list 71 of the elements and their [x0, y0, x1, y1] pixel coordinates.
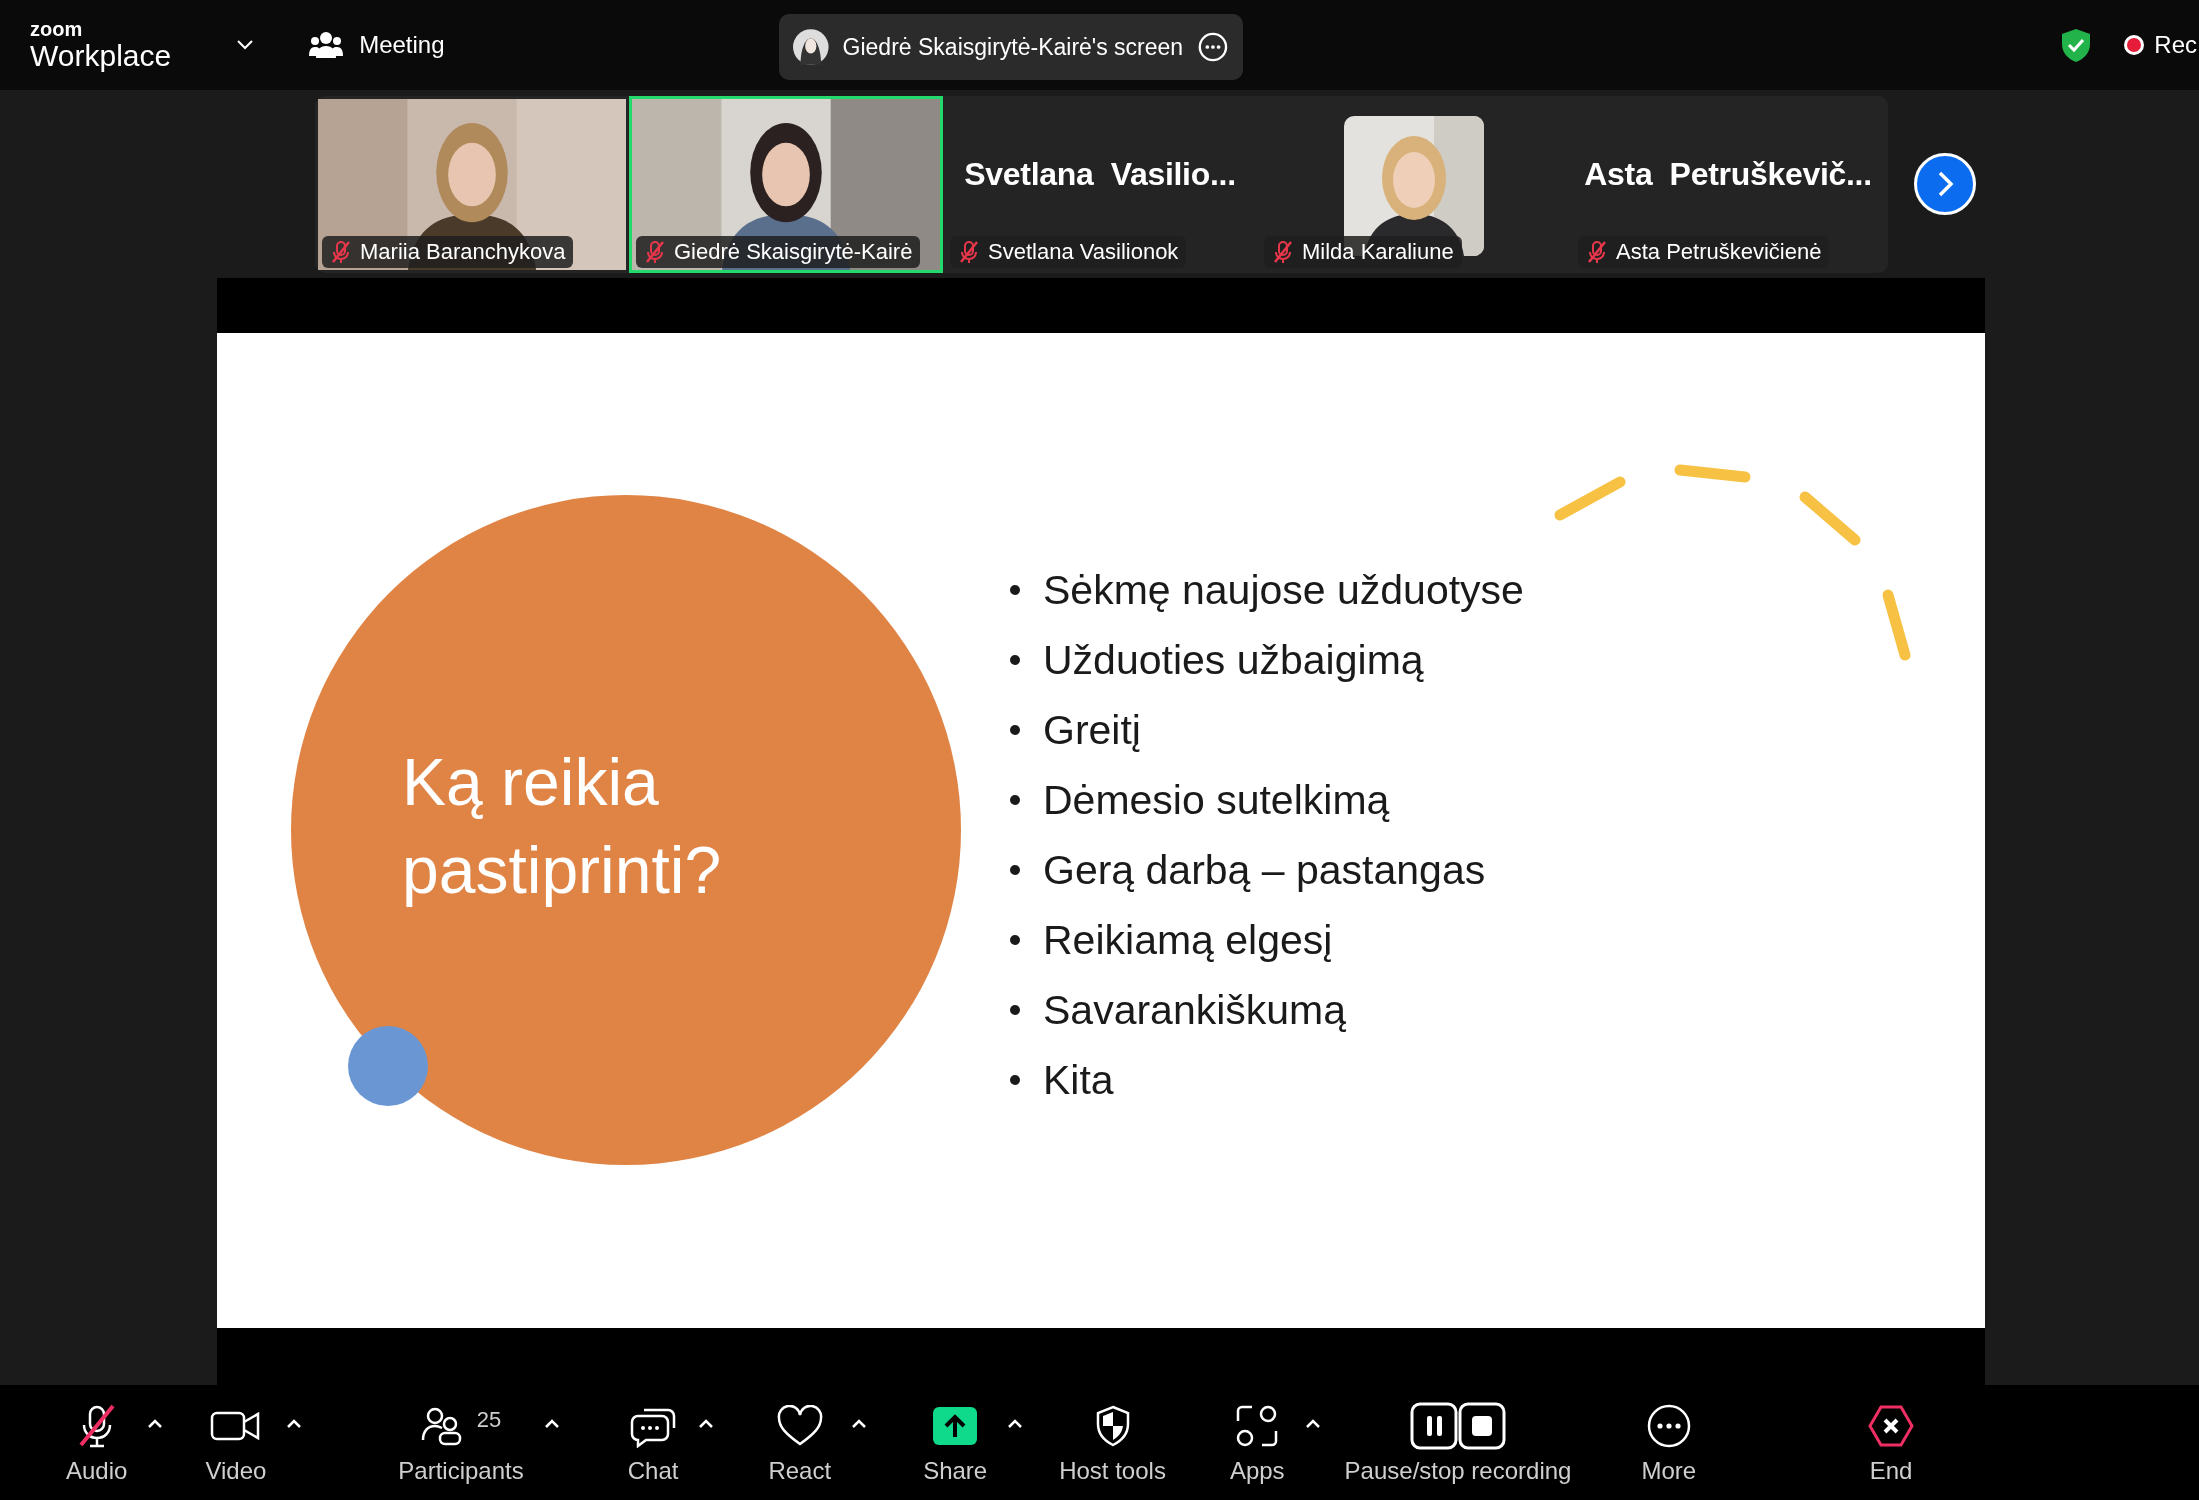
- caret-icon[interactable]: [543, 1418, 560, 1429]
- muted-mic-icon: [1272, 239, 1294, 264]
- caret-icon[interactable]: [851, 1418, 868, 1429]
- bullet-text: Sėkmę naujose užduotyse: [1043, 566, 1524, 614]
- participant-name-label: Giedrė Skaisgirytė-Kairė: [636, 235, 921, 268]
- bullet-icon: [1010, 655, 1020, 665]
- more-button[interactable]: More: [1635, 1396, 1703, 1489]
- more-icon[interactable]: [1197, 30, 1229, 64]
- apps-button[interactable]: Apps: [1223, 1396, 1291, 1489]
- participant-name-label: Mariia Baranchykova: [322, 235, 574, 268]
- participant-tile[interactable]: Mariia Baranchykova: [315, 95, 629, 273]
- bullet-icon: [1010, 935, 1020, 945]
- heart-icon: [775, 1404, 824, 1447]
- participant-count: 25: [476, 1406, 502, 1433]
- share-title: Giedrė Skaisgirytė-Kairė's screen: [842, 33, 1184, 61]
- caret-icon[interactable]: [698, 1418, 715, 1429]
- participant-tile[interactable]: Milda Karaliune: [1257, 95, 1571, 273]
- host-button[interactable]: Host tools: [1053, 1396, 1172, 1489]
- participant-tile[interactable]: Giedrė Skaisgirytė-Kairė: [629, 95, 943, 273]
- bullet-icon: [1010, 1075, 1020, 1085]
- bullet-text: Gerą darbą – pastangas: [1043, 846, 1486, 894]
- participants-button[interactable]: 25 Participants: [392, 1396, 530, 1489]
- end-icon: [1868, 1403, 1915, 1448]
- participant-name-label: Svetlana Vasilionok: [950, 235, 1187, 268]
- bullet-text: Reikiamą elgesį: [1043, 916, 1333, 964]
- people-icon: [309, 30, 344, 60]
- recording-dot-icon: [2124, 35, 2145, 55]
- bullet-icon: [1010, 585, 1020, 595]
- participant-tile[interactable]: Svetlana Vasilio... Svetlana Vasilionok: [943, 95, 1257, 273]
- bullet-text: Greitį: [1043, 706, 1141, 754]
- screen-share-pill[interactable]: Giedrė Skaisgirytė-Kairė's screen: [779, 14, 1243, 80]
- caret-icon[interactable]: [1304, 1418, 1321, 1429]
- participants-icon: [420, 1405, 463, 1446]
- muted-mic-icon: [958, 239, 980, 264]
- pause-stop-icon: [1410, 1401, 1506, 1450]
- bullet-text: Kita: [1043, 1056, 1114, 1104]
- participant-display-name: Asta Petruškevič...: [1584, 155, 1872, 193]
- brand-small-text: zoom: [30, 19, 84, 39]
- avatar-icon: [793, 28, 829, 66]
- bullet-text: Dėmesio sutelkimą: [1043, 776, 1390, 824]
- meeting-button[interactable]: Meeting: [305, 26, 449, 64]
- slide-title: pastiprinti?: [402, 832, 722, 909]
- bullet-text: Savarankiškumą: [1043, 986, 1347, 1034]
- caret-icon[interactable]: [147, 1418, 164, 1429]
- caret-icon[interactable]: [1007, 1418, 1024, 1429]
- participant-tile[interactable]: Asta Petruškevič... Asta Petruškevičienė: [1571, 95, 1885, 273]
- participant-name-label: Asta Petruškevičienė: [1578, 235, 1830, 268]
- chevron-down-icon[interactable]: [237, 40, 254, 50]
- recording-button[interactable]: Pause/stop recording: [1338, 1396, 1578, 1489]
- slide-title: Ką reikia: [402, 744, 660, 821]
- participant-display-name: Svetlana Vasilio...: [964, 155, 1236, 193]
- end-button[interactable]: End: [1862, 1396, 1921, 1489]
- recording-label: Rec: [2154, 31, 2197, 59]
- caret-icon[interactable]: [286, 1418, 303, 1429]
- brand-text: Workplace: [30, 41, 172, 71]
- bullet-text: Užduoties užbaigimą: [1043, 636, 1424, 684]
- bullet-icon: [1010, 1005, 1020, 1015]
- share-screen-icon: [932, 1405, 979, 1446]
- share-button[interactable]: Share: [917, 1396, 994, 1489]
- bullet-icon: [1010, 795, 1020, 805]
- muted-mic-icon: [644, 239, 666, 264]
- chat-button[interactable]: Chat: [621, 1396, 685, 1489]
- muted-mic-icon: [330, 239, 352, 264]
- bullet-icon: [1010, 865, 1020, 875]
- bullet-icon: [1010, 725, 1020, 735]
- video-button[interactable]: Video: [199, 1396, 273, 1489]
- participant-name-label: Milda Karaliune: [1264, 235, 1462, 268]
- more-icon: [1645, 1402, 1692, 1449]
- react-button[interactable]: React: [762, 1396, 838, 1489]
- audio-button[interactable]: Audio: [60, 1396, 134, 1489]
- muted-mic-icon: [1586, 239, 1608, 264]
